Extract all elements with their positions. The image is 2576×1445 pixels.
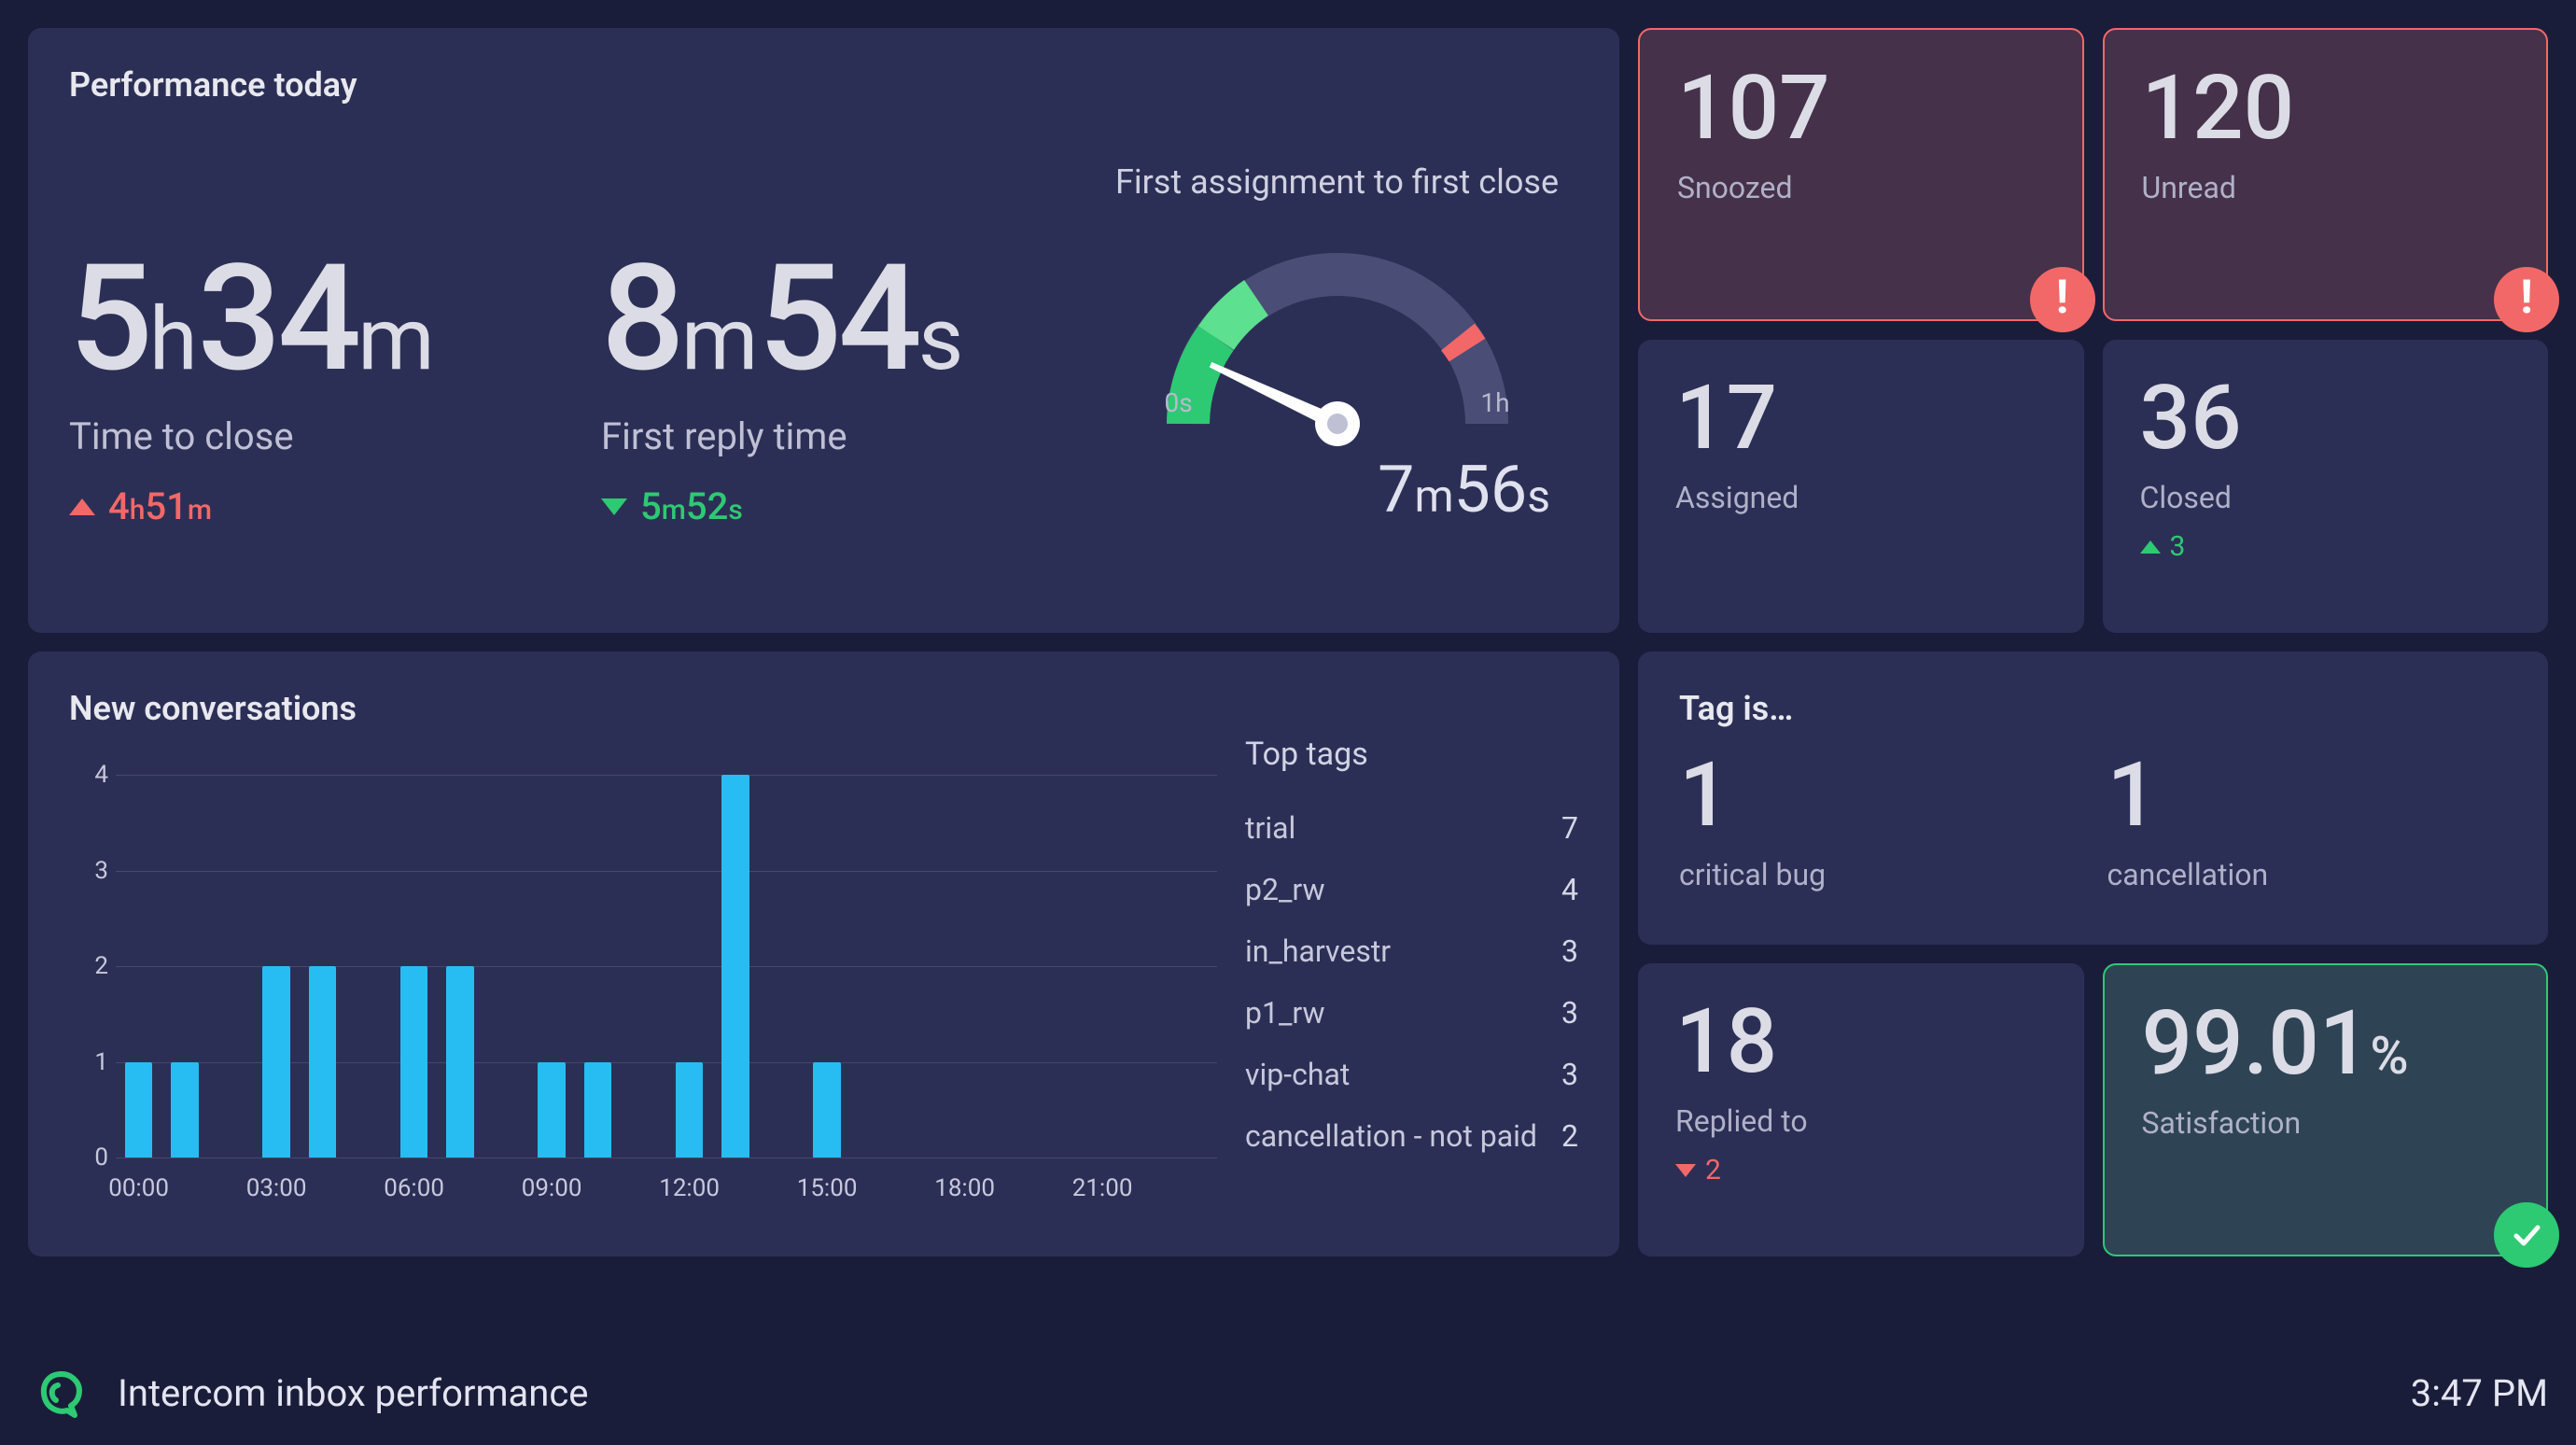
new-conversations-chart: 0 1 2 3 4 00:00 03:00 06:00 09:00 12:00 15:00 18:00… [69,737,1217,1223]
up-arrow-icon [2140,540,2161,554]
gauge-max: 1h [1480,387,1509,418]
tag-is-title: Tag is… [1679,689,2507,728]
tag-row: vip-chat 3 [1245,1044,1578,1105]
tag-critical-bug: 1 critical bug [1679,751,2079,892]
kpi-assigned[interactable]: 17 Assigned [1638,340,2084,633]
kpi-grid-top: 107 Snoozed ! 120 Unread ! 17 Assigned 3… [1638,28,2548,633]
up-arrow-icon [69,498,95,515]
tag-name: p1_rw [1245,995,1325,1031]
x-tick: 00:00 [108,1174,169,1202]
tag-name: cancellation - not paid [1245,1118,1537,1154]
gauge-title: First assignment to first close [1096,162,1578,202]
y-tick: 4 [80,761,108,789]
chart-bar [446,966,474,1157]
tag-count: 3 [1561,933,1578,969]
x-tick: 03:00 [246,1174,307,1202]
kpi-replied-delta: 2 [1675,1154,2047,1186]
footer-bar: Intercom inbox performance 3:47 PM [28,1359,2548,1426]
kpi-closed[interactable]: 36 Closed 3 [2103,340,2549,633]
x-tick: 18:00 [934,1174,995,1202]
y-tick: 1 [80,1048,108,1076]
tag-is-card: Tag is… 1 critical bug 1 cancellation [1638,652,2548,945]
chart-bar [721,775,749,1157]
tag-count: 4 [1561,872,1578,907]
y-tick: 3 [80,857,108,885]
gauge-icon [1127,209,1547,461]
gauge-value: 7m56s [1096,452,1578,528]
x-tick: 15:00 [797,1174,858,1202]
first-reply-delta: 5m52s [601,484,1086,528]
chart-bar [171,1062,199,1158]
kpi-snoozed[interactable]: 107 Snoozed ! [1638,28,2084,321]
performance-today-card: Performance today 5h34m Time to close 4h… [28,28,1619,633]
kpi-replied[interactable]: 18 Replied to 2 [1638,963,2084,1256]
chart-bar [584,1062,612,1158]
first-assignment-gauge: First assignment to first close [1096,162,1578,528]
chart-bar [676,1062,704,1158]
chart-bar [538,1062,566,1158]
kpi-grid-bottom: Tag is… 1 critical bug 1 cancellation 18… [1638,652,2548,1256]
tag-name: vip-chat [1245,1057,1350,1092]
chart-bar [125,1062,153,1158]
tag-cancellation: 1 cancellation [2107,751,2508,892]
tag-row: in_harvestr 3 [1245,920,1578,982]
tag-row: p1_rw 3 [1245,982,1578,1044]
kpi-unread[interactable]: 120 Unread ! [2103,28,2549,321]
new-conversations-title: New conversations [69,689,1217,728]
checkmark-badge-icon [2494,1202,2559,1268]
alert-badge-icon: ! [2030,267,2095,332]
x-tick: 21:00 [1072,1174,1133,1202]
chart-bar [309,966,337,1157]
down-arrow-icon [601,498,627,515]
chart-bar [813,1062,841,1158]
chart-bar [400,966,428,1157]
tag-count: 3 [1561,1057,1578,1092]
x-tick: 12:00 [659,1174,720,1202]
first-reply-label: First reply time [601,414,1086,458]
gauge-min: 0s [1165,387,1193,418]
time-to-close-label: Time to close [69,414,592,458]
chart-bar [262,966,290,1157]
app-logo-icon [28,1359,95,1426]
y-tick: 0 [80,1143,108,1171]
time-to-close-delta: 4h51m [69,484,592,528]
y-tick: 2 [80,952,108,980]
tag-name: trial [1245,810,1295,846]
tag-name: in_harvestr [1245,933,1391,969]
x-tick: 09:00 [522,1174,582,1202]
kpi-closed-delta: 3 [2140,530,2512,563]
top-tags-title: Top tags [1245,736,1578,773]
x-tick: 06:00 [384,1174,444,1202]
clock: 3:47 PM [2411,1371,2548,1415]
tag-row: p2_rw 4 [1245,859,1578,920]
tag-row: trial 7 [1245,797,1578,859]
down-arrow-icon [1675,1164,1696,1177]
tag-count: 2 [1561,1118,1578,1154]
alert-badge-icon: ! [2494,267,2559,332]
top-tags-list: Top tags trial7p2_rw4in_harvestr3p1_rw3v… [1226,689,1578,1223]
tag-count: 7 [1561,810,1578,846]
tag-count: 3 [1561,995,1578,1031]
tag-name: p2_rw [1245,872,1325,907]
tag-row: cancellation - not paid 2 [1245,1105,1578,1167]
first-reply-metric: 8m54s First reply time 5m52s [601,245,1086,528]
new-conversations-card: New conversations 0 1 2 3 4 00:00 03:00 06:00 09… [28,652,1619,1256]
kpi-satisfaction[interactable]: 99.01% Satisfaction [2103,963,2549,1256]
performance-title: Performance today [69,65,1578,105]
dashboard-title: Intercom inbox performance [118,1371,589,1415]
time-to-close-metric: 5h34m Time to close 4h51m [69,245,592,528]
